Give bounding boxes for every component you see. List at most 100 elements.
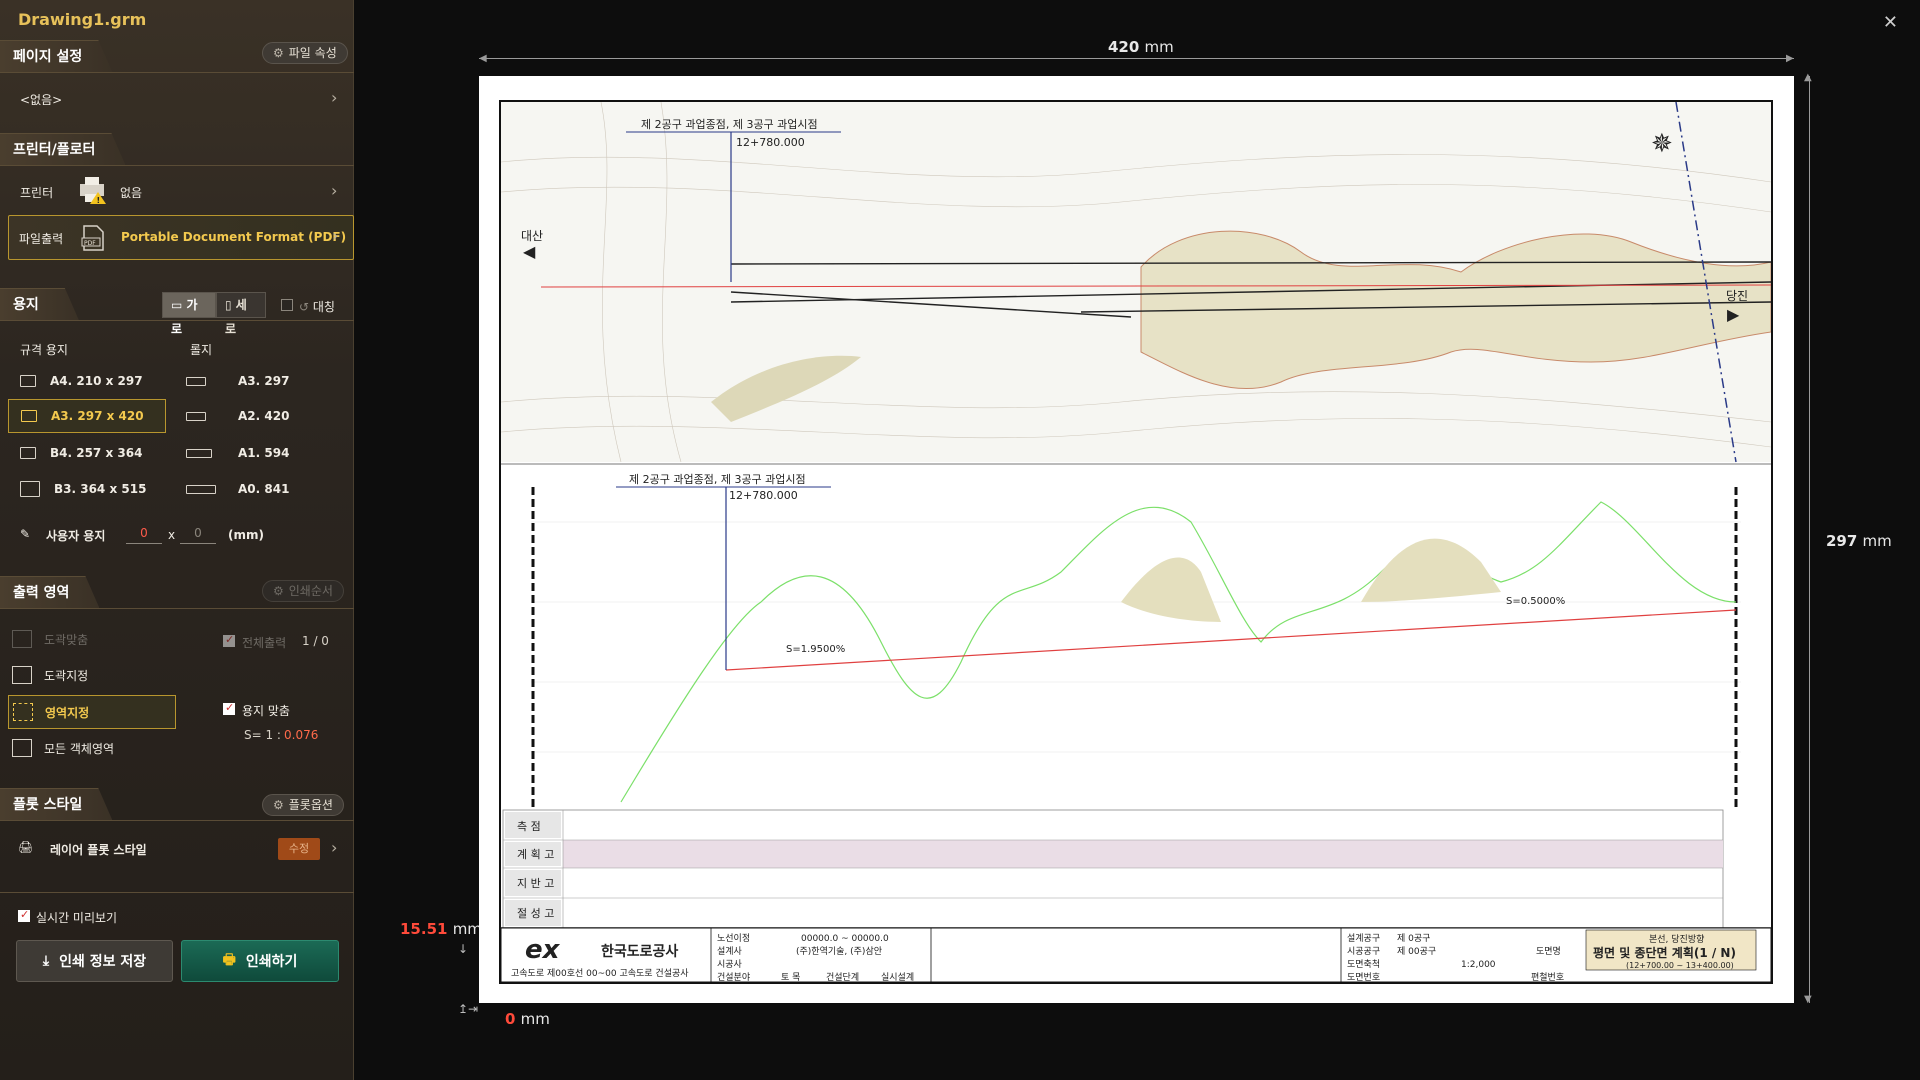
paper-size-icon — [20, 375, 36, 387]
section-output-area: 출력 영역 — [0, 576, 99, 608]
offset-y-label: 15.51 mm — [400, 920, 482, 938]
frame-select-icon — [12, 666, 32, 684]
width-dimension-line — [479, 58, 1794, 59]
roll-option-label: A1. 594 — [238, 446, 290, 460]
right-label: 시공공구 — [1347, 946, 1380, 957]
file-properties-button[interactable]: ⚙ 파일 속성 — [262, 42, 348, 64]
paper-preview[interactable]: 제 2공구 과업종점, 제 3공구 과업시점 12+780.000 대산 ◀ 당… — [479, 76, 1794, 1003]
paper-option-b3[interactable]: B3. 364 x 515 — [8, 472, 168, 506]
roll-option-a0[interactable]: A0. 841 — [186, 472, 289, 506]
right-label: 도면번호 — [1347, 972, 1380, 982]
paper-option-label: A4. 210 x 297 — [50, 374, 143, 388]
edit-number-label: 편철번호 — [1531, 971, 1564, 982]
height-dimension-line — [1809, 76, 1810, 1003]
plot-options-label: 플롯옵션 — [288, 798, 333, 812]
offset-y-value[interactable]: 15.51 — [400, 920, 447, 938]
offset-x-value[interactable]: 0 — [505, 1010, 515, 1028]
roll-option-a1[interactable]: A1. 594 — [186, 436, 289, 470]
output-option-label: 모든 객체영역 — [44, 741, 115, 756]
drawing-title: 평면 및 종단면 계획(1 / N) — [1593, 945, 1736, 960]
company-name: 한국도로공사 — [601, 944, 678, 960]
arrow-down-icon: ▼ — [1804, 994, 1812, 1005]
slope-right-label: S=0.5000% — [1506, 596, 1565, 607]
mirror-checkbox[interactable] — [281, 299, 293, 311]
roll-option-a2[interactable]: A2. 420 — [186, 399, 289, 433]
plot-options-button[interactable]: ⚙ 플롯옵션 — [262, 794, 344, 816]
portrait-icon: ▯ — [225, 298, 232, 312]
roll-option-label: A0. 841 — [238, 482, 290, 496]
table-row-header: 절 성 고 — [517, 907, 554, 920]
print-label: 인쇄하기 — [245, 954, 298, 970]
scale-value: 0.076 — [284, 728, 319, 742]
printer-select[interactable]: 없음 — [120, 184, 142, 201]
print-all-label: 전체출력 — [242, 636, 287, 650]
print-settings-panel: Drawing1.grm 페이지 설정 ⚙ 파일 속성 <없음> › 프린터/플… — [0, 0, 354, 1080]
orientation-portrait-button[interactable]: ▯ 세로 — [216, 292, 266, 336]
roll-option-a3[interactable]: A3. 297 — [186, 364, 289, 398]
right-label: 설계공구 — [1347, 932, 1380, 944]
table-row-header: 계 획 고 — [517, 848, 554, 861]
paper-option-a4[interactable]: A4. 210 x 297 — [8, 364, 168, 398]
app-title: Drawing1.grm — [18, 10, 147, 29]
drawing-name-label: 도면명 — [1536, 946, 1561, 957]
realtime-preview-label: 실시간 미리보기 — [36, 911, 118, 925]
section-printer: 프린터/플로터 — [0, 133, 125, 165]
edit-plot-style-button[interactable]: 수정 — [278, 838, 320, 860]
profile-section-label: 제 2공구 과업종점, 제 3공구 과업시점 — [629, 473, 806, 486]
paper-height-label: 297 mm — [1826, 532, 1892, 550]
realtime-preview-checkbox[interactable] — [18, 908, 30, 922]
print-order-button[interactable]: ⚙ 인쇄순서 — [262, 580, 344, 602]
arrow-right-icon: ▶ — [1727, 305, 1740, 324]
printer-label: 프린터 — [20, 186, 54, 200]
custom-width-input[interactable]: 0 — [126, 526, 162, 544]
frame-fit-icon — [12, 630, 32, 648]
origin-arrows-icon: ↥⇥ — [458, 1002, 479, 1016]
paper-height-value: 297 — [1826, 532, 1858, 550]
orientation-landscape-button[interactable]: ▭ 가로 — [162, 292, 216, 336]
arrow-left-icon: ◀ — [479, 53, 487, 64]
svg-text:PDF: PDF — [84, 240, 96, 247]
chevron-right-icon[interactable]: › — [331, 88, 337, 107]
slope-left-label: S=1.9500% — [786, 644, 845, 655]
roll-option-label: A2. 420 — [238, 409, 290, 423]
paper-option-label: B3. 364 x 515 — [54, 482, 147, 496]
output-select-frame[interactable]: 도곽지정 — [8, 658, 176, 692]
output-select-area[interactable]: 영역지정 — [8, 695, 176, 729]
chevron-right-icon[interactable]: › — [331, 181, 337, 200]
offset-y-arrow-icon: ↓ — [458, 942, 469, 956]
output-fit-frame[interactable]: 도곽맞춤 — [8, 622, 176, 656]
info-value: (주)한역기술, (주)삼안 — [796, 946, 882, 957]
save-print-info-button[interactable]: ⤓ 인쇄 정보 저장 — [16, 940, 173, 982]
chevron-right-icon: › — [332, 226, 339, 245]
custom-height-input[interactable]: 0 — [180, 526, 216, 544]
gear-icon: ⚙ — [273, 46, 284, 60]
company-logo: ex — [525, 935, 561, 965]
file-output-value: Portable Document Format (PDF) — [121, 230, 347, 244]
close-icon[interactable]: ✕ — [1883, 12, 1898, 33]
custom-size-separator: x — [168, 528, 176, 542]
pdf-file-icon: PDF — [81, 225, 104, 251]
output-all-objects[interactable]: 모든 객체영역 — [8, 731, 176, 765]
chevron-right-icon[interactable]: › — [331, 838, 337, 857]
stage-label: 건설단계 — [826, 971, 859, 982]
gear-icon: ⚙ — [273, 584, 284, 598]
info-value: 토 목 — [781, 972, 800, 982]
roll-paper-icon — [186, 448, 212, 458]
print-button[interactable]: 🖶 인쇄하기 — [181, 940, 339, 982]
paper-option-a3[interactable]: A3. 297 x 420 — [8, 399, 166, 433]
info-label: 건설분야 — [717, 972, 750, 982]
paper-width-label: 420 mm — [1108, 38, 1174, 56]
paper-option-b4[interactable]: B4. 257 x 364 — [8, 436, 168, 470]
offset-x-unit: mm — [520, 1010, 550, 1028]
roll-paper-header: 롤지 — [190, 343, 213, 357]
printer-icon: 🖶 — [222, 952, 236, 968]
print-all-checkbox[interactable] — [223, 633, 235, 647]
file-output-select[interactable]: 파일출력 PDF Portable Document Format (PDF) … — [8, 215, 354, 260]
divider — [0, 820, 354, 821]
page-setup-select[interactable]: <없음> — [20, 91, 62, 108]
table-row-header: 지 반 고 — [517, 877, 554, 890]
file-output-label: 파일출력 — [19, 232, 64, 246]
fit-paper-checkbox[interactable] — [223, 701, 235, 715]
plan-station-label: 12+780.000 — [736, 136, 805, 149]
divider — [0, 892, 354, 893]
